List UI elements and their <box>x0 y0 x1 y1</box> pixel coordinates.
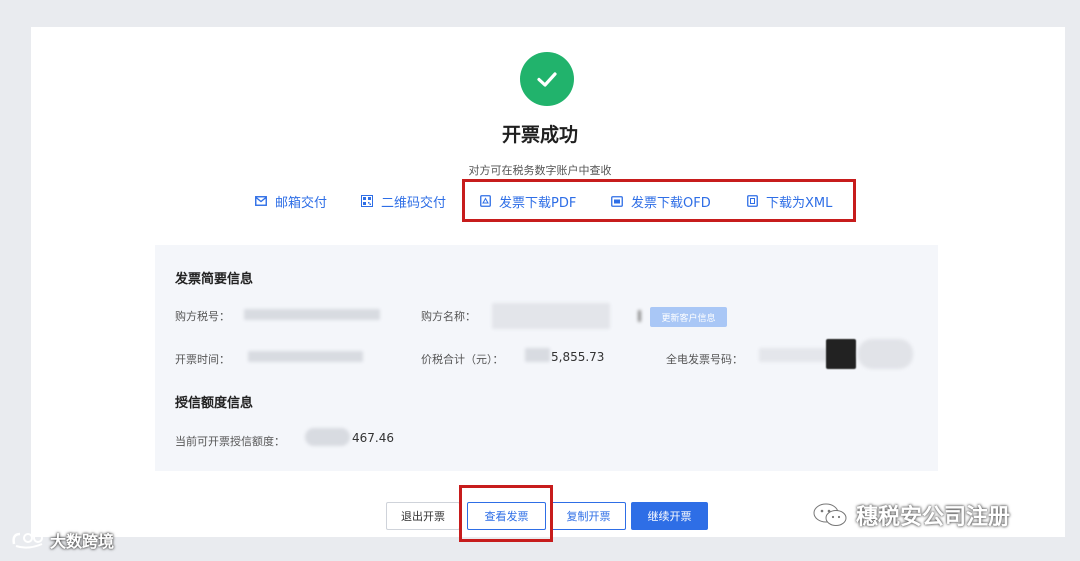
einvoice-number-label: 全电发票号码： <box>666 353 743 366</box>
continue-invoicing-button[interactable]: 继续开票 <box>631 502 708 530</box>
wechat-icon <box>813 503 847 526</box>
brand-logo-icon <box>12 532 43 549</box>
total-amount-value: 5,855.73 <box>551 350 605 364</box>
total-amount-prefix-redacted <box>525 348 550 362</box>
update-customer-info-button[interactable]: 更新客户信息 <box>650 307 727 327</box>
mail-icon <box>255 196 267 206</box>
watermark-left-text: 大数跨境 <box>50 532 115 551</box>
page-subtitle: 对方可在税务数字账户中查收 <box>468 164 612 177</box>
success-check-icon <box>520 52 574 106</box>
download-actions-highlight-box <box>462 179 856 222</box>
invoice-summary-title: 发票简要信息 <box>175 272 254 287</box>
einvoice-number-light-redaction <box>858 339 913 369</box>
buyer-name-label: 购方名称： <box>421 310 476 323</box>
buyer-tax-no-label: 购方税号： <box>175 310 230 323</box>
available-credit-prefix-redacted <box>305 428 350 446</box>
copy-invoice-button[interactable]: 复制开票 <box>551 502 626 530</box>
available-credit-label: 当前可开票授信额度： <box>175 435 285 448</box>
watermark-right: 穗税安公司注册 <box>812 500 1010 530</box>
total-amount-label: 价税合计（元）： <box>421 353 504 366</box>
buyer-name-value-redacted <box>492 303 610 329</box>
einvoice-number-dark-redaction <box>826 339 856 369</box>
qrcode-icon <box>361 195 373 207</box>
qrcode-delivery-link[interactable]: 二维码交付 <box>361 190 446 212</box>
credit-info-title: 授信额度信息 <box>175 396 254 411</box>
available-credit-value: 467.46 <box>352 431 394 445</box>
email-delivery-link[interactable]: 邮箱交付 <box>255 190 327 212</box>
page-title: 开票成功 <box>501 124 578 146</box>
view-invoice-highlight-box <box>459 485 553 542</box>
exit-invoicing-button[interactable]: 退出开票 <box>386 502 460 530</box>
qrcode-delivery-label: 二维码交付 <box>381 195 447 211</box>
watermark-left: 大数跨境 <box>10 527 114 553</box>
einvoice-number-value-redacted <box>759 348 834 362</box>
issue-time-value-redacted <box>248 351 363 362</box>
email-delivery-label: 邮箱交付 <box>275 195 328 211</box>
watermark-right-text: 穗税安公司注册 <box>856 505 1011 530</box>
buyer-name-cursor <box>638 310 641 322</box>
buyer-tax-no-value-redacted <box>244 309 380 320</box>
issue-time-label: 开票时间： <box>175 353 230 366</box>
